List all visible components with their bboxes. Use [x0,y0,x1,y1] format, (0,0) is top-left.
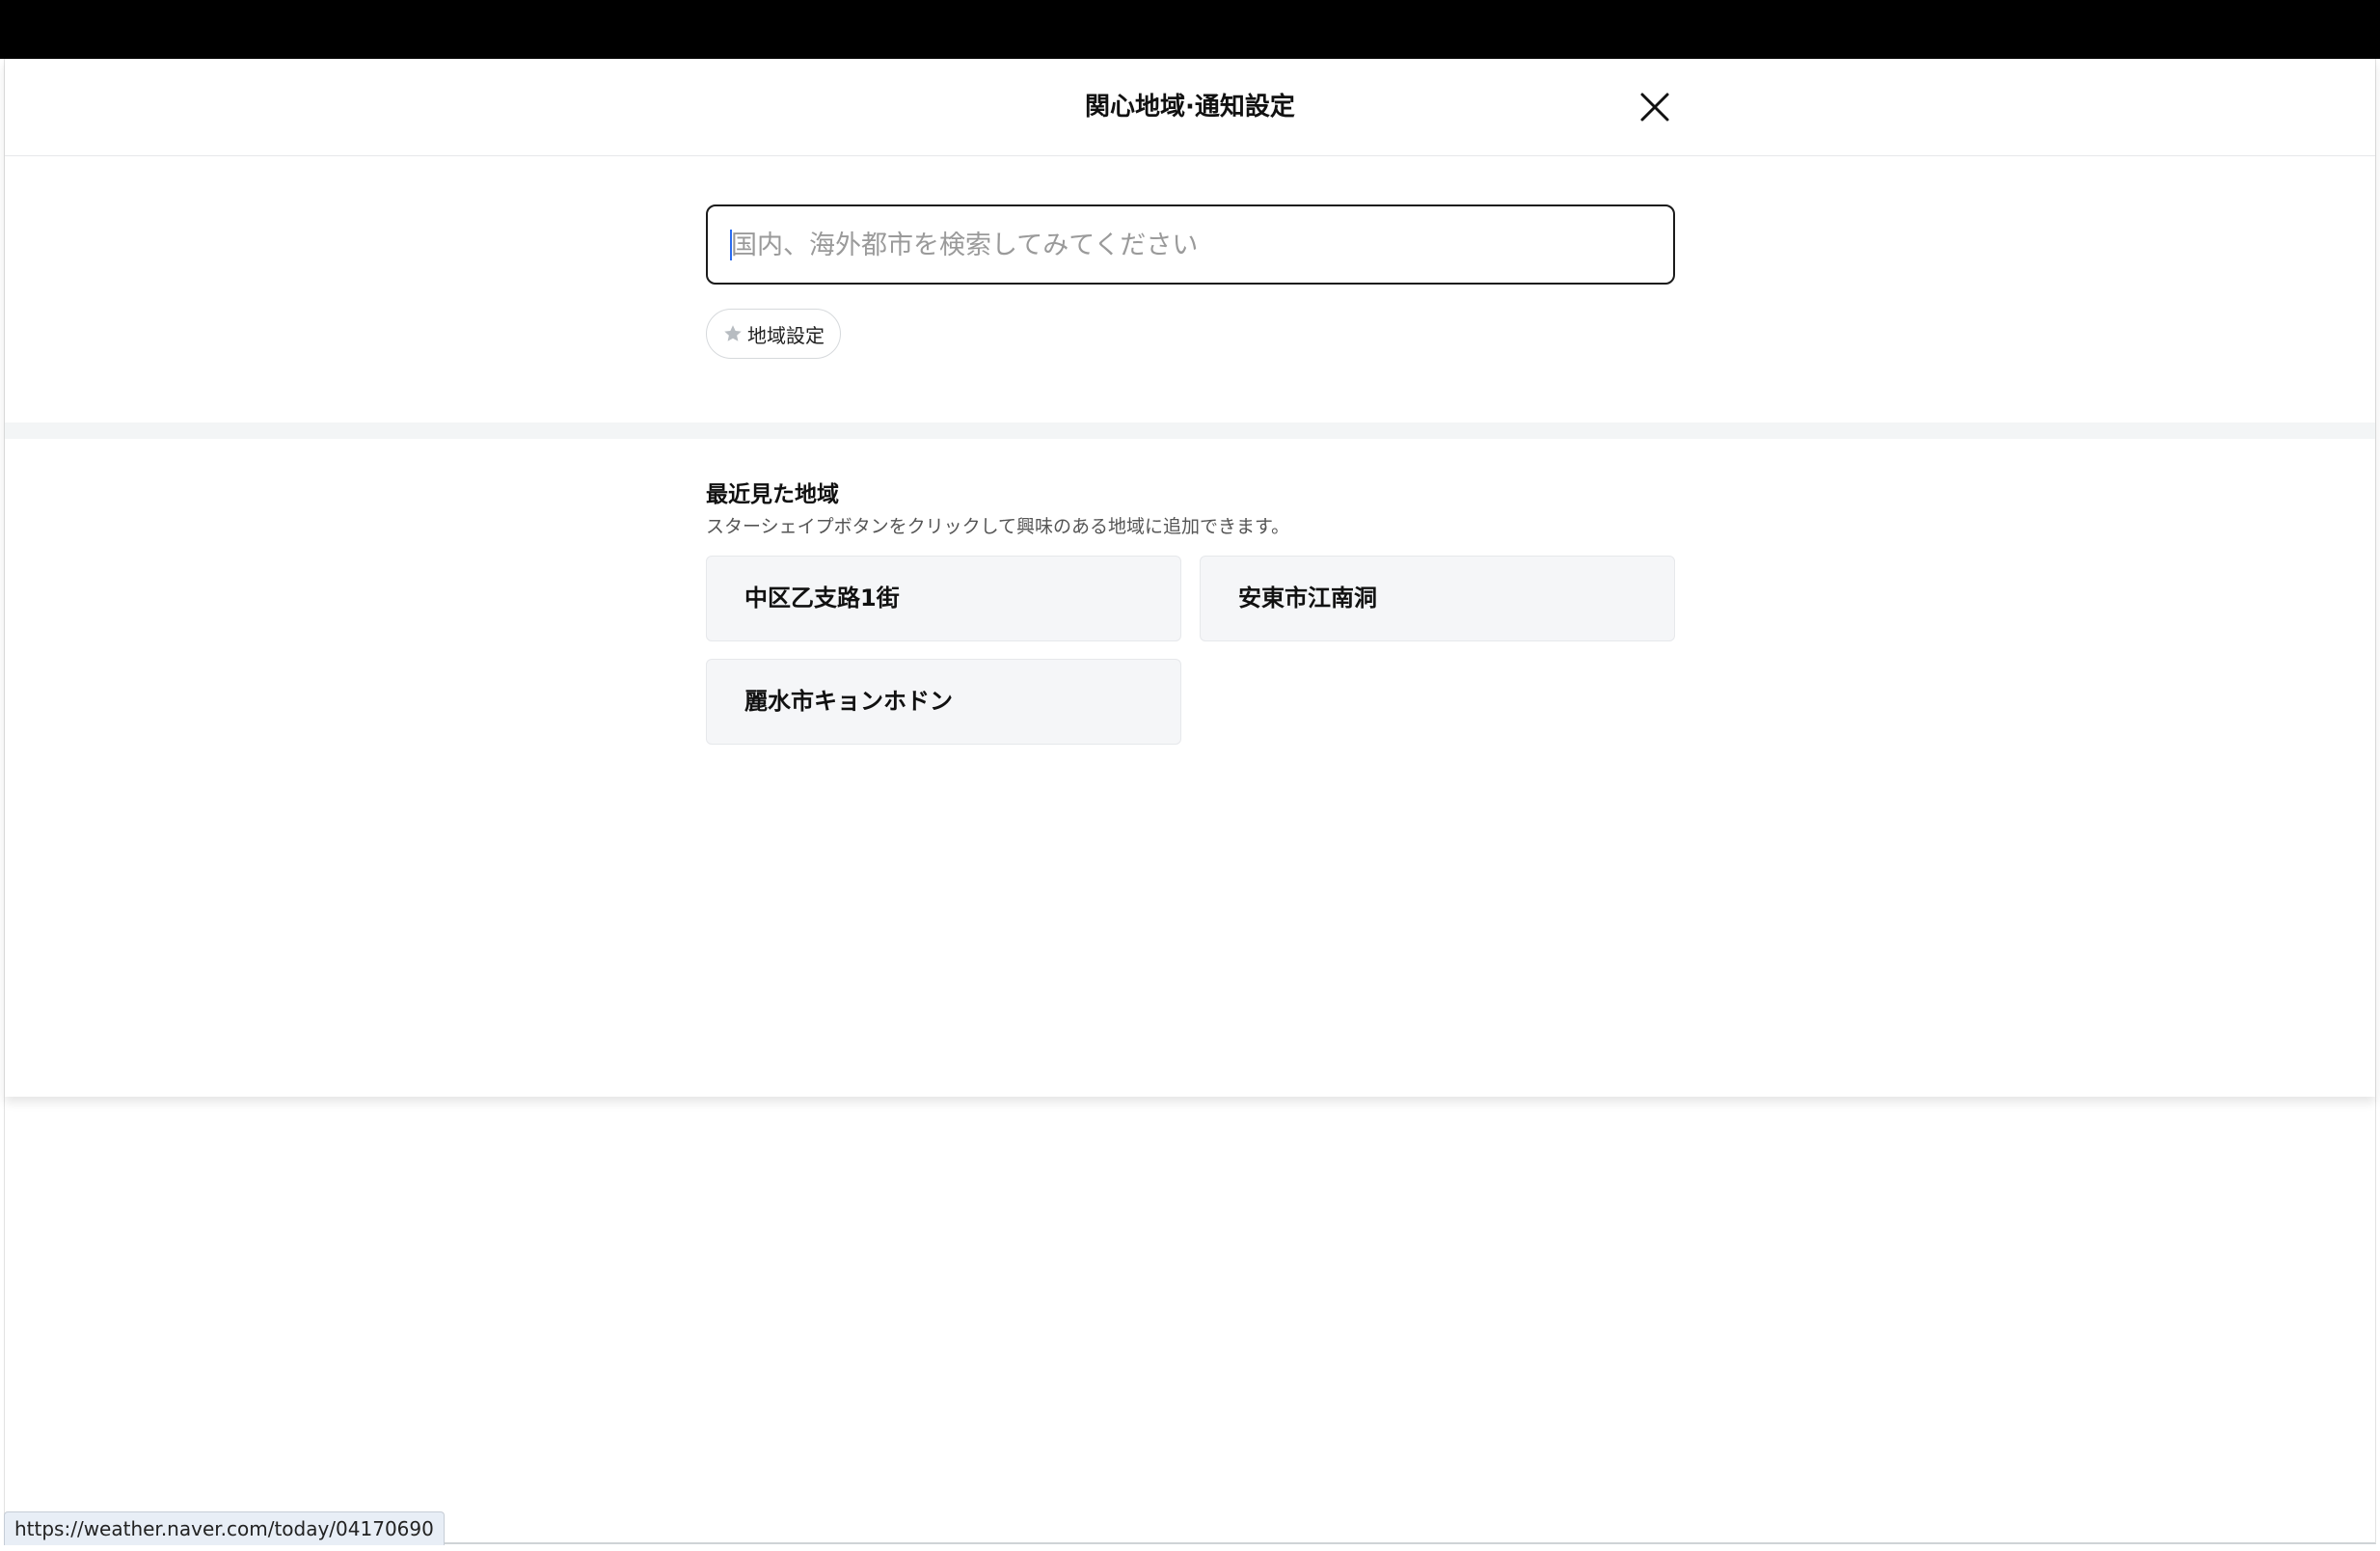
search-box[interactable] [706,204,1675,285]
region-settings-panel: 関心地域·通知設定 地域設定 最近見た地域 スターシェイプボタンをクリックして興… [5,59,2375,1097]
recent-region-name: 安東市江南洞 [1238,585,1377,612]
recent-region-card[interactable]: 麗水市キョンホドン [706,659,1181,745]
text-caret [730,230,732,260]
recent-regions-description: スターシェイプボタンをクリックして興味のある地域に追加できます。 [706,516,1290,537]
section-divider [5,422,2375,439]
close-icon [1640,93,1669,122]
recent-region-name: 麗水市キョンホドン [744,688,953,715]
panel-title: 関心地域·通知設定 [1085,93,1295,122]
page-frame: 関心地域·通知設定 地域設定 最近見た地域 スターシェイプボタンをクリックして興… [4,59,2376,1544]
search-input[interactable] [729,206,1659,285]
region-setting-label: 地域設定 [747,323,825,347]
star-icon [724,325,742,341]
browser-top-bar [0,0,2380,59]
region-setting-button[interactable]: 地域設定 [706,309,841,359]
recent-regions-title: 最近見た地域 [706,482,839,507]
recent-region-name: 中区乙支路1街 [744,585,900,612]
panel-header: 関心地域·通知設定 [5,59,2375,156]
recent-region-card[interactable]: 中区乙支路1街 [706,556,1181,641]
recent-region-card[interactable]: 安東市江南洞 [1200,556,1675,641]
close-button[interactable] [1634,86,1676,128]
status-bar-url: https://weather.naver.com/today/04170690 [4,1511,445,1545]
